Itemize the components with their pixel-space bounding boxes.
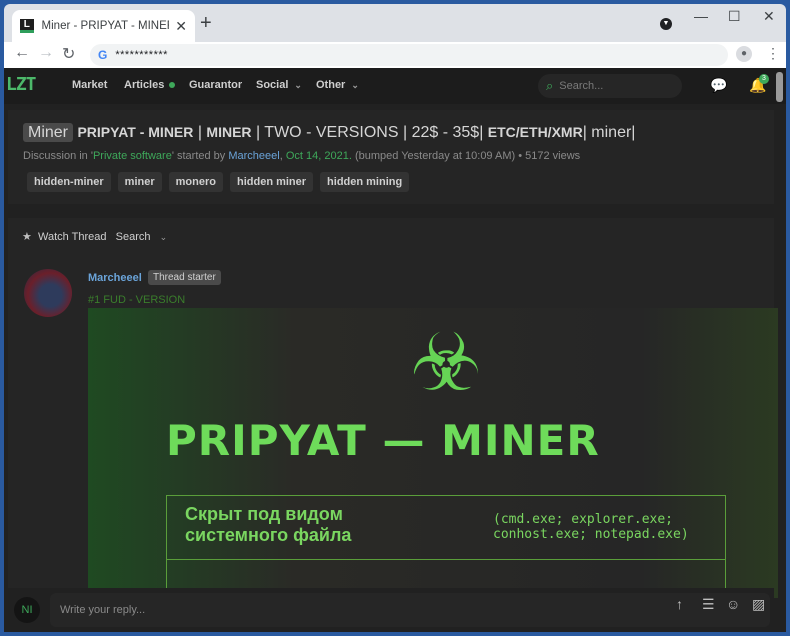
nav-articles[interactable]: Articles: [124, 79, 176, 91]
thread-actions: ★ Watch Thread Search ⌄: [22, 230, 167, 243]
tag[interactable]: hidden miner: [229, 172, 314, 192]
post-subtitle: #1 FUD - VERSION: [88, 294, 186, 306]
search-placeholder: Search...: [559, 80, 604, 92]
star-icon: ★: [22, 231, 32, 243]
nav-label: Guarantor: [189, 79, 243, 91]
nav-social[interactable]: Social ⌄: [256, 79, 302, 91]
nav-label: Other: [316, 79, 346, 91]
page-scrollbar[interactable]: [776, 72, 783, 102]
close-window-button[interactable]: ✕: [763, 8, 775, 25]
thread-header: Miner PRIPYAT - MINER | MINER | TWO - VE…: [8, 110, 774, 204]
title-part: | TWO - VERSIONS | 22$ - 35$|: [251, 124, 488, 141]
user-avatar[interactable]: NI: [14, 597, 40, 623]
new-tab-button[interactable]: +: [200, 12, 212, 35]
banner-exe-list: (cmd.exe; explorer.exe; conhost.exe; not…: [493, 512, 689, 542]
post-banner-image: ☣ PRIPYAT — MINER Скрыт под видом систем…: [88, 308, 778, 598]
page-content: LZT Market Articles Guarantor Social ⌄ Ot…: [4, 68, 786, 632]
forum-link[interactable]: Private software: [93, 150, 172, 162]
tag[interactable]: monero: [168, 172, 223, 192]
google-icon: G: [98, 48, 108, 62]
quick-reply: NI Write your reply... ↑ ☰ ☺ ▨: [8, 588, 774, 632]
nav-other[interactable]: Other ⌄: [316, 79, 359, 91]
tag[interactable]: miner: [117, 172, 162, 192]
watch-thread-button[interactable]: Watch Thread: [38, 231, 106, 243]
title-part: PRIPYAT - MINER: [77, 124, 194, 140]
address-bar[interactable]: G ***********: [90, 44, 728, 66]
tag-list: hidden-miner miner monero hidden miner h…: [27, 172, 410, 192]
image-icon[interactable]: ▨: [752, 596, 765, 613]
divider: [167, 559, 725, 560]
thread-post: ★ Watch Thread Search ⌄ Marcheeel Thread…: [8, 218, 778, 632]
meta-text: ' started by: [171, 150, 229, 162]
minimize-button[interactable]: —: [694, 8, 708, 24]
author-link[interactable]: Marcheeel: [228, 150, 279, 162]
reply-placeholder: Write your reply...: [60, 604, 146, 616]
tab-title: Miner - PRIPYAT - MINER | MINER | T: [41, 20, 170, 32]
site-nav: LZT Market Articles Guarantor Social ⌄ Ot…: [4, 68, 786, 104]
nav-guarantor[interactable]: Guarantor: [189, 79, 242, 91]
thread-prefix[interactable]: Miner: [23, 123, 74, 142]
title-part: | miner|: [582, 124, 636, 141]
back-icon[interactable]: ←: [14, 44, 30, 62]
search-icon: ⌕: [546, 78, 554, 93]
nav-label: Market: [72, 79, 108, 91]
tab-bar: L Miner - PRIPYAT - MINER | MINER | T ✕ …: [4, 4, 786, 42]
notification-badge: 3: [759, 74, 769, 84]
thread-starter-badge: Thread starter: [148, 270, 221, 285]
nav-label: Social: [256, 79, 289, 91]
banner-feature-box: Скрыт под видом системного файла (cmd.ex…: [166, 495, 726, 598]
extension-icon[interactable]: ▼: [660, 18, 672, 30]
search-label: Search: [115, 231, 151, 243]
title-part: ETC/ETH/XMR: [487, 124, 583, 140]
title-part: MINER: [206, 124, 252, 140]
nav-market[interactable]: Market: [72, 79, 107, 91]
maximize-button[interactable]: ☐: [728, 8, 741, 25]
url-text: ***********: [115, 49, 168, 61]
meta-text: (bumped Yesterday at 10:09 AM) • 5172 vi…: [351, 150, 581, 162]
chevron-down-icon: ⌄: [294, 80, 302, 90]
reply-input[interactable]: Write your reply...: [50, 593, 770, 627]
title-part: |: [193, 124, 207, 141]
author-avatar[interactable]: [24, 269, 72, 317]
forward-icon[interactable]: →: [38, 44, 54, 62]
browser-menu-icon[interactable]: ⋮: [766, 45, 780, 62]
site-logo[interactable]: LZT: [6, 74, 36, 95]
post-author[interactable]: Marcheeel: [88, 272, 142, 284]
reload-icon[interactable]: ↻: [62, 44, 75, 64]
favicon-icon: L: [20, 19, 34, 33]
site-search-input[interactable]: ⌕ Search...: [538, 74, 682, 98]
search-dropdown[interactable]: Search ⌄: [116, 231, 167, 243]
profile-icon[interactable]: ●: [736, 46, 752, 62]
browser-toolbar: ← → ↻ G *********** ● ⋮: [4, 42, 786, 68]
tag[interactable]: hidden mining: [320, 172, 410, 192]
new-dot-icon: [169, 82, 176, 89]
tab-close-icon[interactable]: ✕: [175, 18, 187, 35]
browser-window: L Miner - PRIPYAT - MINER | MINER | T ✕ …: [4, 4, 786, 632]
banner-brand: PRIPYAT — MINER: [166, 416, 600, 465]
banner-russian-text: Скрыт под видом системного файла: [185, 504, 352, 545]
send-arrow-icon[interactable]: ↑: [676, 596, 683, 612]
date-link[interactable]: Oct 14, 2021.: [286, 150, 352, 162]
conversations-icon[interactable]: 💬: [710, 77, 727, 94]
list-icon[interactable]: ☰: [702, 596, 715, 613]
browser-tab[interactable]: L Miner - PRIPYAT - MINER | MINER | T ✕: [12, 10, 195, 42]
chevron-down-icon: ⌄: [351, 80, 359, 90]
thread-meta: Discussion in 'Private software' started…: [23, 150, 580, 162]
emoji-icon[interactable]: ☺: [726, 596, 740, 612]
chevron-down-icon: ⌄: [159, 232, 168, 242]
thread-title: Miner PRIPYAT - MINER | MINER | TWO - VE…: [23, 123, 636, 142]
biohazard-icon: ☣: [410, 318, 482, 407]
meta-text: Discussion in ': [23, 150, 93, 162]
nav-label: Articles: [124, 79, 165, 91]
tag[interactable]: hidden-miner: [27, 172, 111, 192]
